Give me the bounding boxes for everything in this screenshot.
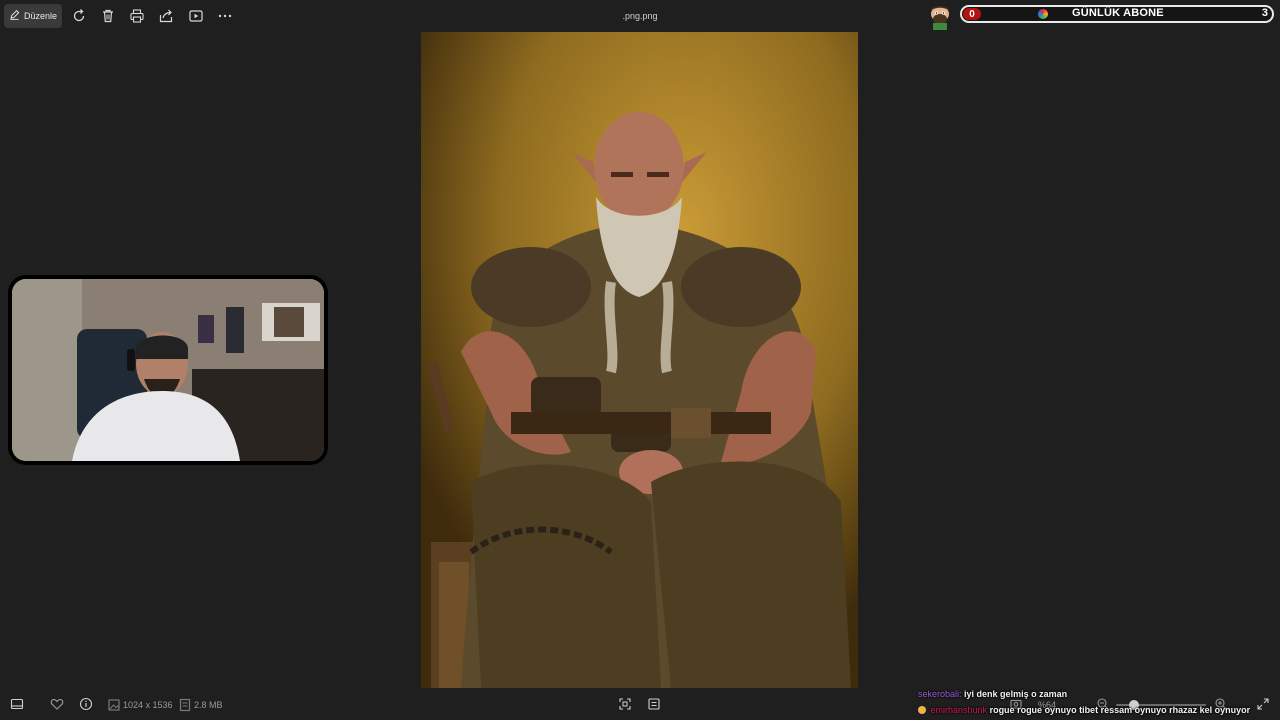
chat-username: sekerobali: xyxy=(918,689,962,699)
fit-to-window-icon[interactable] xyxy=(618,697,632,711)
chat-message: emirhanshunk rogue rogue oynuyo tibet re… xyxy=(918,702,1280,718)
file-size-icon xyxy=(178,698,191,712)
info-icon[interactable] xyxy=(79,697,93,711)
filmstrip-icon[interactable] xyxy=(10,697,24,711)
chat-text: iyi denk gelmiş o zaman xyxy=(964,689,1068,699)
webcam-feed xyxy=(12,279,324,461)
image-dimensions-icon xyxy=(107,698,120,711)
artwork-illustration xyxy=(421,32,858,688)
actual-size-icon[interactable] xyxy=(647,697,661,711)
image-dimensions: 1024 x 1536 xyxy=(123,700,173,710)
daily-subscriber-left-count: 0 xyxy=(963,8,981,20)
displayed-image xyxy=(421,32,858,688)
daily-subscriber-bar: 0 GÜNLÜK ABONE 3 xyxy=(960,5,1274,23)
chat-username: emirhanshunk xyxy=(930,705,988,715)
favorite-heart-icon[interactable] xyxy=(50,697,64,711)
stream-chat-overlay: sekerobali: iyi denk gelmiş o zaman emir… xyxy=(918,686,1280,718)
chat-text: rogue rogue oynuyo tibet ressam oynuyo r… xyxy=(989,705,1251,715)
file-size: 2.8 MB xyxy=(194,700,223,710)
daily-subscriber-right-count: 3 xyxy=(1261,7,1268,19)
browser-logo-icon xyxy=(1038,9,1048,19)
streamer-avatar-icon xyxy=(925,2,955,30)
chat-badge-icon xyxy=(918,706,926,714)
chat-message: sekerobali: iyi denk gelmiş o zaman xyxy=(918,686,1280,702)
webcam-overlay xyxy=(8,275,328,465)
daily-subscriber-title: GÜNLÜK ABONE xyxy=(1072,7,1164,19)
